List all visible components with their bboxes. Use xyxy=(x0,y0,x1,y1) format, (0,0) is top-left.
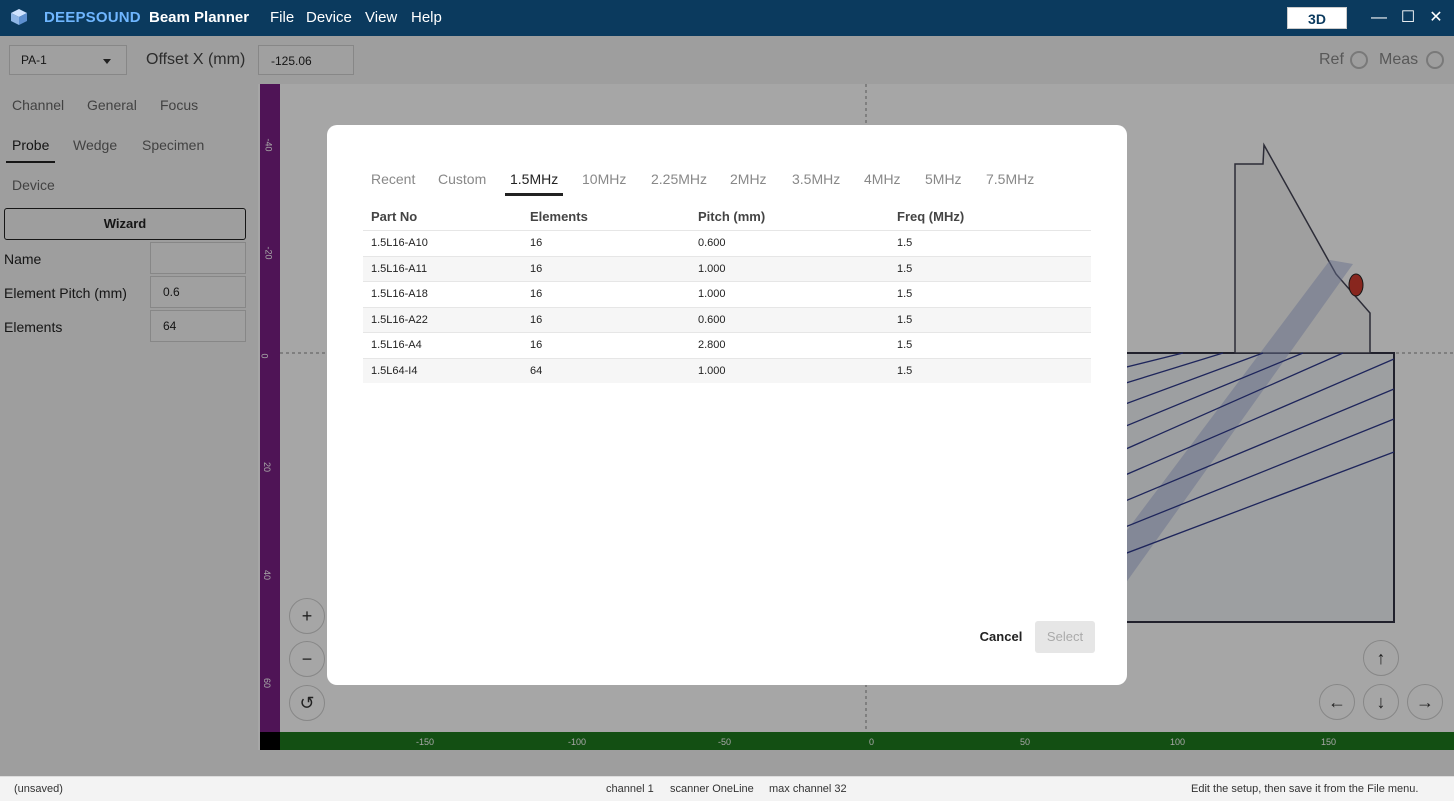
cell-part-no: 1.5L16-A10 xyxy=(371,237,428,249)
table-row[interactable]: 1.5L16-A11 16 1.000 1.5 xyxy=(363,256,1091,281)
cell-part-no: 1.5L16-A18 xyxy=(371,288,428,300)
table-row[interactable]: 1.5L16-A4 16 2.800 1.5 xyxy=(363,332,1091,357)
close-icon[interactable]: ✕ xyxy=(1426,8,1446,28)
menu-help[interactable]: Help xyxy=(411,9,442,26)
brand-name: DEEPSOUND xyxy=(44,9,141,26)
minimize-icon[interactable]: — xyxy=(1369,8,1389,28)
tab-custom[interactable]: Custom xyxy=(438,171,486,187)
cell-part-no: 1.5L64-I4 xyxy=(371,365,418,377)
view-3d-button[interactable]: 3D xyxy=(1287,7,1347,29)
maximize-icon[interactable]: ☐ xyxy=(1398,8,1418,28)
cell-elements: 16 xyxy=(530,339,543,351)
cell-freq: 1.5 xyxy=(897,288,913,300)
cell-pitch: 2.800 xyxy=(698,339,726,351)
tab-2-25mhz[interactable]: 2.25MHz xyxy=(651,171,707,187)
probe-picker-dialog: Recent Custom 1.5MHz 10MHz 2.25MHz 2MHz … xyxy=(327,125,1127,685)
cell-pitch: 1.000 xyxy=(698,365,726,377)
select-button[interactable]: Select xyxy=(1035,621,1095,653)
app-logo-icon xyxy=(11,9,27,25)
cancel-button[interactable]: Cancel xyxy=(975,621,1027,653)
cell-pitch: 1.000 xyxy=(698,263,726,275)
menu-file[interactable]: File xyxy=(270,9,294,26)
cell-pitch: 0.600 xyxy=(698,314,726,326)
tab-10mhz[interactable]: 10MHz xyxy=(582,171,626,187)
menu-device[interactable]: Device xyxy=(306,9,352,26)
tab-3-5mhz[interactable]: 3.5MHz xyxy=(792,171,840,187)
cell-freq: 1.5 xyxy=(897,263,913,275)
table-row[interactable]: 1.5L16-A10 16 0.600 1.5 xyxy=(363,230,1091,255)
scanner-status: scanner OneLine xyxy=(670,783,754,795)
cell-elements: 16 xyxy=(530,263,543,275)
cell-elements: 16 xyxy=(530,314,543,326)
cell-part-no: 1.5L16-A22 xyxy=(371,314,428,326)
cell-freq: 1.5 xyxy=(897,237,913,249)
cell-pitch: 0.600 xyxy=(698,237,726,249)
cell-elements: 16 xyxy=(530,288,543,300)
hint-text: Edit the setup, then save it from the Fi… xyxy=(1191,783,1419,795)
column-header-freq[interactable]: Freq (MHz) xyxy=(897,209,964,224)
channel-status: channel 1 xyxy=(606,783,654,795)
table-row[interactable]: 1.5L64-I4 64 1.000 1.5 xyxy=(363,358,1091,383)
tab-recent[interactable]: Recent xyxy=(371,171,415,187)
app-title: Beam Planner xyxy=(149,9,250,26)
menu-view[interactable]: View xyxy=(365,9,397,26)
table-row[interactable]: 1.5L16-A22 16 0.600 1.5 xyxy=(363,307,1091,332)
cell-freq: 1.5 xyxy=(897,365,913,377)
file-state: (unsaved) xyxy=(14,783,63,795)
cell-pitch: 1.000 xyxy=(698,288,726,300)
table-row[interactable]: 1.5L16-A18 16 1.000 1.5 xyxy=(363,281,1091,306)
tab-2mhz[interactable]: 2MHz xyxy=(730,171,767,187)
max-channel-status: max channel 32 xyxy=(769,783,847,795)
title-bar: DEEPSOUND Beam Planner File Device View … xyxy=(0,0,1454,36)
tab-1-5mhz[interactable]: 1.5MHz xyxy=(510,171,558,187)
column-header-pitch[interactable]: Pitch (mm) xyxy=(698,209,765,224)
dialog-active-tab-indicator xyxy=(505,193,563,196)
tab-4mhz[interactable]: 4MHz xyxy=(864,171,901,187)
column-header-part-no[interactable]: Part No xyxy=(371,209,417,224)
cell-elements: 64 xyxy=(530,365,543,377)
tab-7-5mhz[interactable]: 7.5MHz xyxy=(986,171,1034,187)
cell-freq: 1.5 xyxy=(897,339,913,351)
cell-elements: 16 xyxy=(530,237,543,249)
cell-part-no: 1.5L16-A11 xyxy=(371,263,428,275)
cell-freq: 1.5 xyxy=(897,314,913,326)
column-header-elements[interactable]: Elements xyxy=(530,209,588,224)
cell-part-no: 1.5L16-A4 xyxy=(371,339,422,351)
tab-5mhz[interactable]: 5MHz xyxy=(925,171,962,187)
status-bar: (unsaved) channel 1 scanner OneLine max … xyxy=(0,776,1454,801)
